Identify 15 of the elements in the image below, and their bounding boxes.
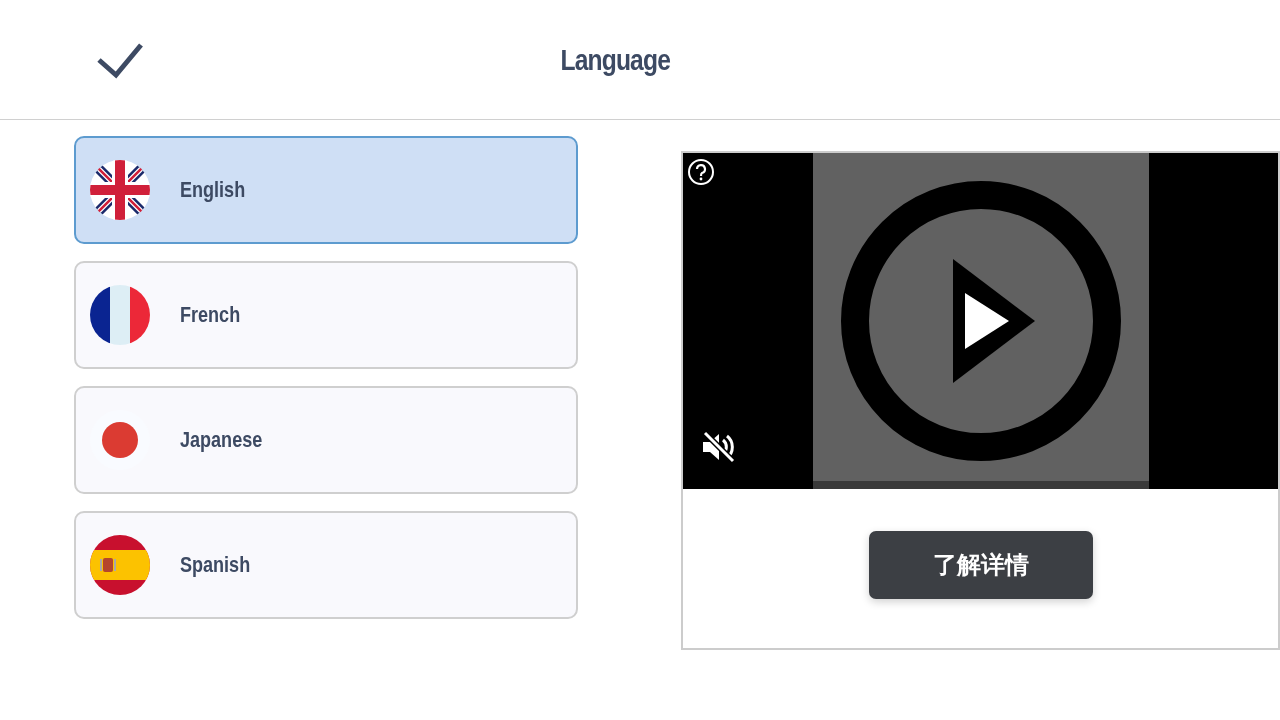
language-label: Spanish (180, 552, 251, 578)
language-option[interactable]: English (74, 136, 578, 244)
language-label: English (180, 177, 246, 203)
help-icon[interactable] (687, 158, 715, 186)
language-option[interactable]: Japanese (74, 386, 578, 494)
language-label: French (180, 302, 241, 328)
mute-icon[interactable] (701, 430, 737, 464)
language-option[interactable]: Spanish (74, 511, 578, 619)
flag-icon (90, 535, 150, 595)
flag-icon (90, 285, 150, 345)
language-option[interactable]: French (74, 261, 578, 369)
language-label: Japanese (180, 427, 263, 453)
page-title: Language (560, 42, 672, 77)
flag-icon (90, 160, 150, 220)
learn-more-button[interactable]: 了解详情 (868, 531, 1093, 599)
